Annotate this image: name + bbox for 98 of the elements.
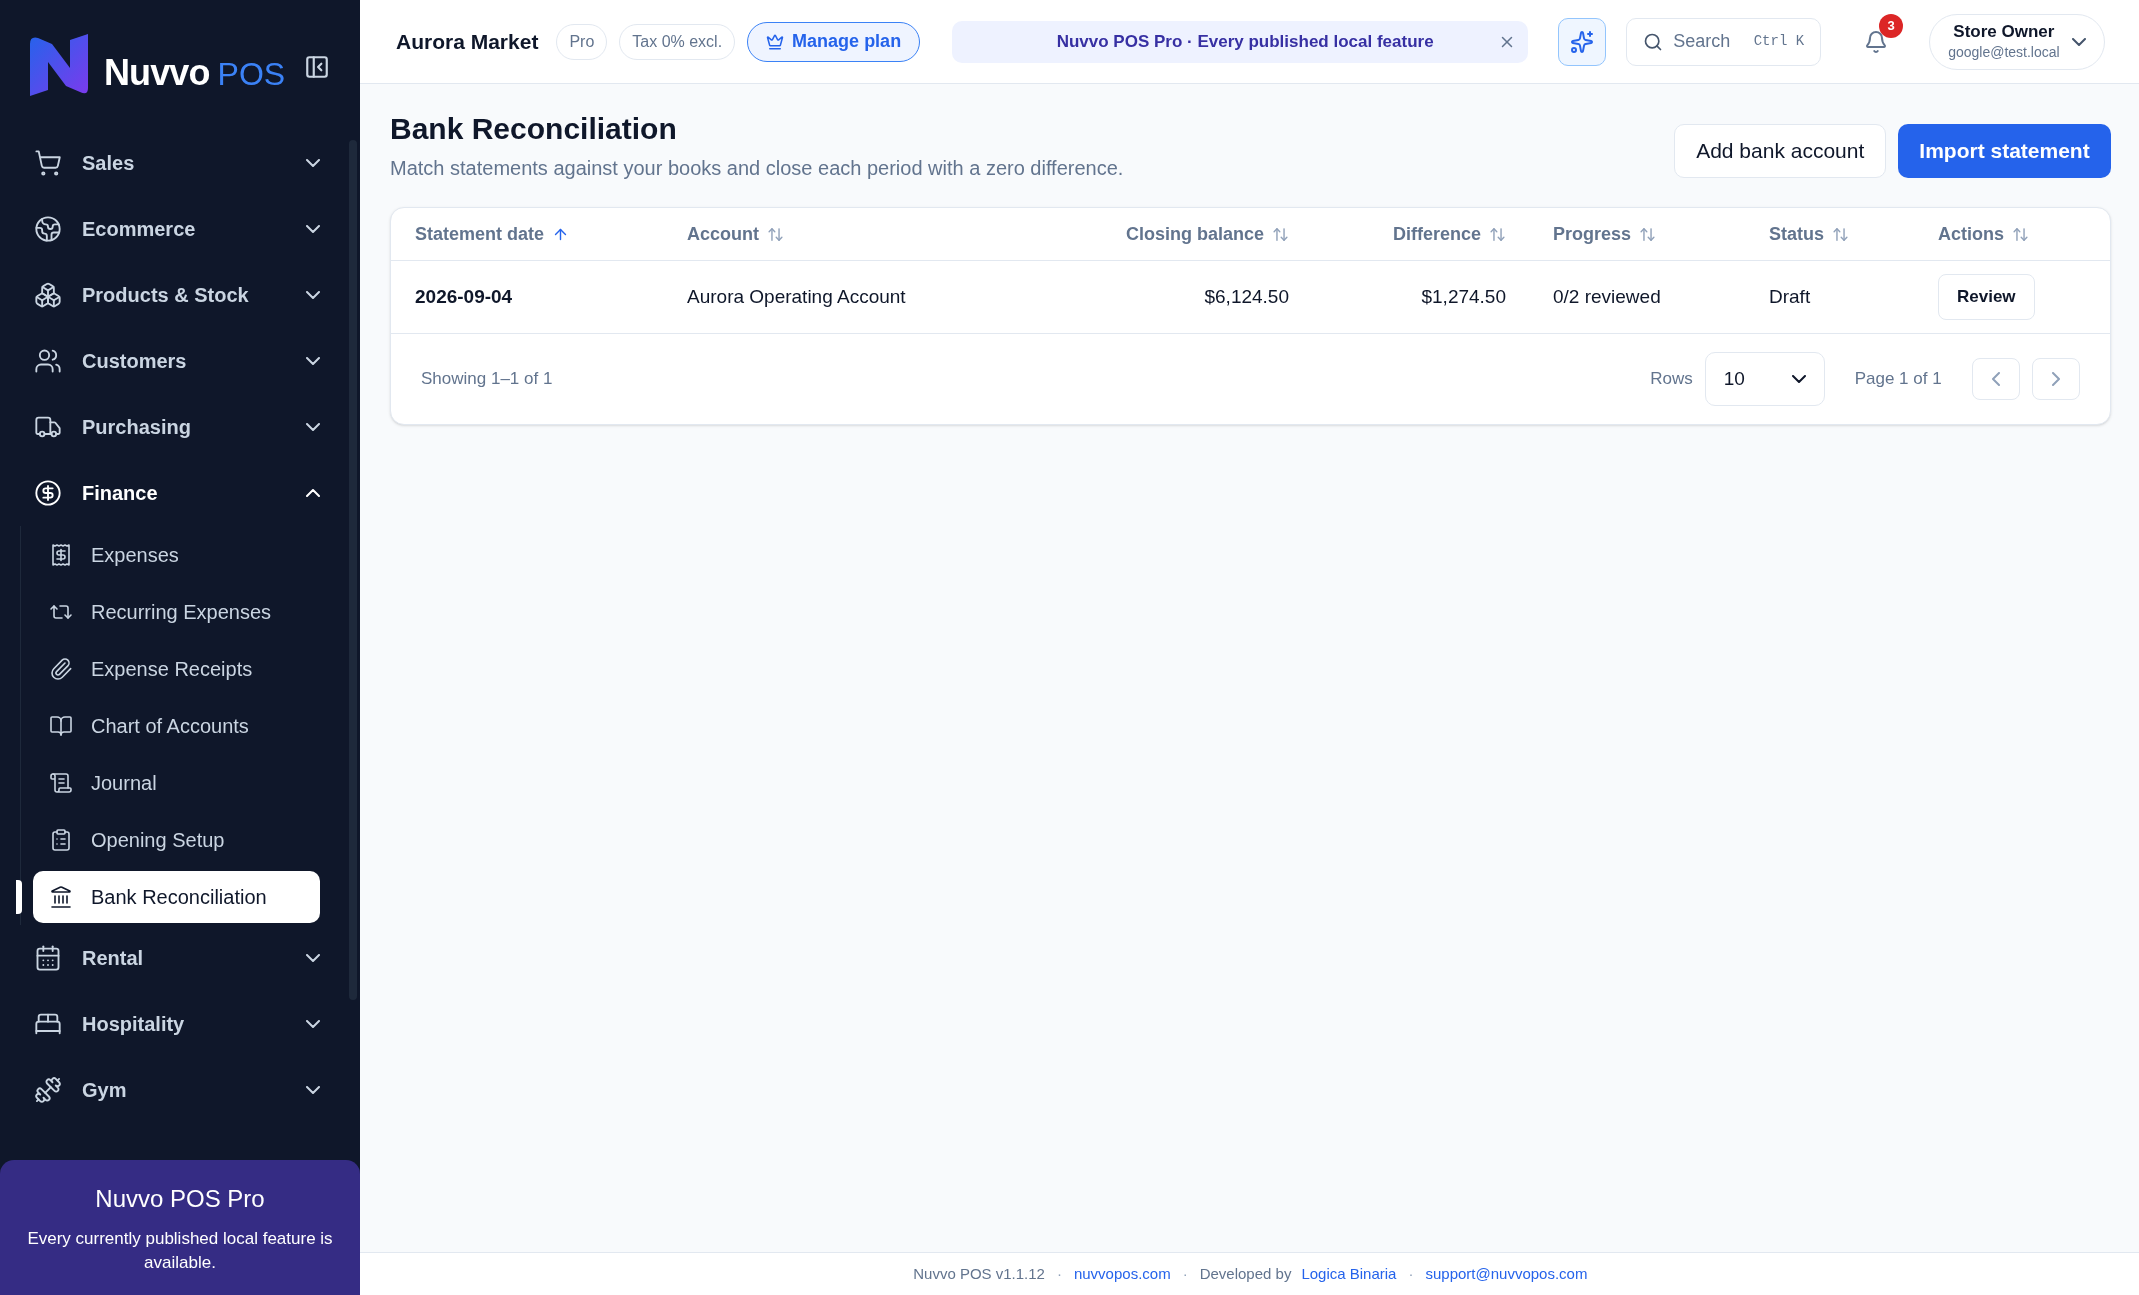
user-email: google@test.local [1948, 42, 2060, 62]
sidebar-subitem[interactable]: Bank Reconciliation [33, 870, 320, 923]
footer-text: Nuvvo POS v1.1.12 [913, 1263, 1045, 1284]
footer-separator: · [1056, 1263, 1062, 1284]
sidebar-item[interactable]: Purchasing [34, 394, 320, 460]
globe-icon [34, 215, 62, 243]
manage-plan-button[interactable]: Manage plan [747, 21, 921, 62]
import-statement-button[interactable]: Import statement [1898, 124, 2111, 178]
chevron-icon [2071, 37, 2086, 46]
sort-icon[interactable] [2012, 225, 2029, 243]
chevron-icon [306, 291, 320, 299]
sort-icon[interactable] [767, 225, 784, 243]
chevron-icon [306, 1020, 320, 1028]
chevron-icon [306, 954, 320, 962]
sparkles-icon [1570, 29, 1595, 54]
review-button[interactable]: Review [1938, 274, 2035, 320]
collapse-sidebar-button[interactable] [304, 54, 330, 80]
search-placeholder: Search [1673, 30, 1731, 53]
cart-icon [34, 149, 62, 177]
sidebar-item[interactable]: Rental [34, 925, 320, 991]
banner-text: Nuvvo POS Pro · Every published local feature [1055, 30, 1435, 53]
calendar-icon [34, 944, 62, 972]
search-field[interactable]: Search Ctrl K [1626, 17, 1822, 66]
footer-link[interactable]: support@nuvvopos.com [1425, 1262, 1588, 1286]
table-cell-text: 0/2 reviewed [1553, 284, 1661, 309]
user-name: Store Owner [1953, 21, 2055, 42]
chevron-right-icon [2051, 372, 2060, 386]
sidebar-item[interactable]: Customers [34, 328, 320, 394]
add-account-button[interactable]: Add bank account [1674, 124, 1887, 178]
table-cell-text: $1,274.50 [1421, 284, 1506, 309]
sidebar-subitem[interactable]: Expenses [33, 528, 320, 581]
sort-icon[interactable] [1272, 225, 1289, 243]
dumbbell-icon [34, 1076, 62, 1104]
sidebar-item[interactable]: Ecommerce [34, 196, 320, 262]
sort-icon[interactable] [1832, 225, 1849, 243]
chevron-icon [306, 225, 320, 233]
notification-count: 3 [1879, 13, 1904, 38]
sidebar-subitem[interactable]: Journal [33, 756, 320, 809]
footer-text: Developed by [1199, 1263, 1292, 1284]
chevron-icon [306, 159, 320, 167]
search-icon [1643, 31, 1664, 52]
users-icon [34, 347, 62, 375]
footer-separator: · [1408, 1263, 1414, 1284]
store-name: Aurora Market [396, 28, 539, 55]
sidebar-subitem[interactable]: Recurring Expenses [33, 585, 320, 638]
brand-suffix: POS [217, 55, 286, 94]
sort-icon[interactable] [1639, 225, 1657, 243]
chevron-icon [306, 489, 320, 497]
book-icon [49, 713, 73, 738]
showing-text: Showing 1–1 of 1 [421, 368, 553, 391]
page-subtitle: Match statements against your books and close each period with a zero difference. [390, 156, 1124, 181]
paperclip-icon [49, 656, 73, 681]
active-indicator [16, 879, 22, 914]
page-indicator: Page 1 of 1 [1854, 368, 1942, 391]
footer-separator: · [1182, 1263, 1188, 1284]
table-cell-text: Aurora Operating Account [687, 284, 906, 309]
table-cell-text: 2026-09-04 [415, 284, 513, 309]
shortcut-hint: Ctrl K [1753, 32, 1805, 51]
sidebar-item[interactable]: Gym [34, 1057, 320, 1123]
footer-link[interactable]: Logica Binaria [1301, 1262, 1397, 1286]
column-header[interactable]: Progress [1553, 220, 1632, 248]
brand-name: Nuvvo [104, 51, 210, 95]
column-header[interactable]: Statement date [415, 220, 545, 248]
clipboard-icon [49, 827, 73, 852]
crown-icon [766, 32, 785, 51]
chevron-icon [306, 1086, 320, 1094]
sort-icon[interactable] [1489, 225, 1506, 243]
chevron-icon [306, 357, 320, 365]
table-cell-text: $6,124.50 [1204, 284, 1289, 309]
footer-link[interactable]: nuvvopos.com [1073, 1262, 1171, 1286]
receipt-icon [49, 542, 73, 567]
promo-title: Nuvvo POS Pro [95, 1183, 265, 1214]
rows-label: Rows [1650, 368, 1693, 391]
chevron-icon [306, 423, 320, 431]
assistant-button[interactable] [1558, 17, 1607, 66]
sidebar-subitem[interactable]: Expense Receipts [33, 642, 320, 695]
table-cell-text: Draft [1769, 284, 1811, 309]
bank-icon [49, 884, 73, 909]
chevron-icon [1791, 375, 1806, 383]
sidebar-item[interactable]: Hospitality [34, 991, 320, 1057]
column-header[interactable]: Account [687, 220, 759, 248]
sidebar-item[interactable]: Sales [34, 130, 320, 196]
bell-icon [1864, 29, 1889, 54]
promo-text: Every currently published local feature is available. [26, 1227, 334, 1274]
column-header[interactable]: Difference [1392, 220, 1481, 248]
scroll-icon [49, 770, 73, 795]
sidebar-item[interactable]: Products & Stock [34, 262, 320, 328]
boxes-icon [34, 281, 62, 309]
column-header[interactable]: Actions [1938, 220, 2004, 248]
page-title: Bank Reconciliation [390, 111, 678, 147]
sidebar-item[interactable]: Finance [34, 460, 320, 526]
column-header[interactable]: Status [1769, 220, 1824, 248]
dollar-circle-icon [34, 479, 62, 507]
sidebar-subitem[interactable]: Chart of Accounts [33, 699, 320, 752]
chevron-left-icon [1991, 372, 2000, 386]
rows-select[interactable]: 10 [1704, 352, 1825, 406]
sidebar-subitem[interactable]: Opening Setup [33, 813, 320, 866]
column-header[interactable]: Closing balance [1125, 220, 1264, 248]
